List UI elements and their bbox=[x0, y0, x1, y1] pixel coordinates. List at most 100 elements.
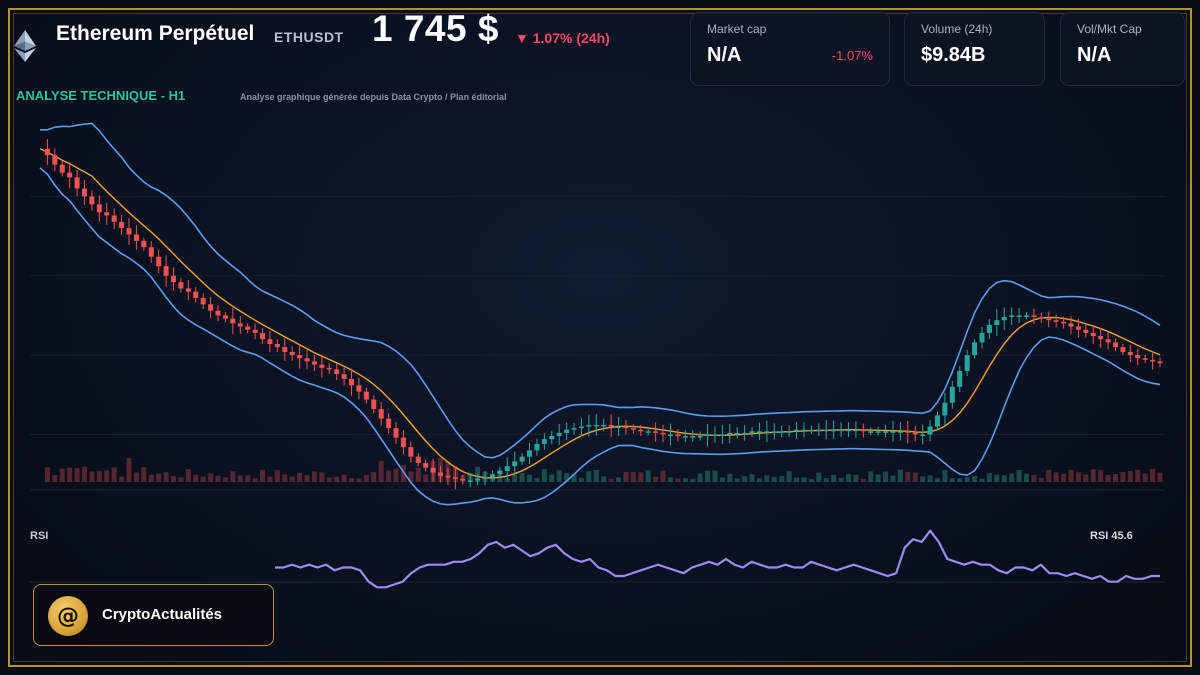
candle-body bbox=[868, 431, 874, 433]
candle-body bbox=[586, 424, 592, 427]
volume-bar bbox=[349, 478, 355, 482]
volume-bar bbox=[111, 467, 117, 482]
volume-bar bbox=[920, 476, 926, 482]
volume-bar bbox=[779, 476, 785, 482]
volume-bar bbox=[230, 471, 236, 482]
volume-bar bbox=[185, 469, 191, 482]
volume-bar bbox=[912, 472, 918, 482]
volume-bar bbox=[734, 478, 740, 482]
volume-bar bbox=[208, 473, 214, 482]
candle-body bbox=[942, 402, 948, 416]
candle-body bbox=[972, 342, 978, 356]
candle-body bbox=[623, 426, 629, 429]
candle-body bbox=[734, 432, 740, 435]
volume-bar bbox=[1098, 470, 1104, 482]
volume-bar bbox=[616, 477, 622, 482]
candle-body bbox=[267, 339, 273, 344]
volume-bar bbox=[586, 471, 592, 482]
volume-bar bbox=[304, 474, 310, 482]
volume-bar bbox=[675, 478, 681, 482]
volume-bar bbox=[67, 467, 73, 482]
volume-bar bbox=[719, 477, 725, 482]
candle-body bbox=[475, 478, 481, 481]
volume-bar bbox=[942, 470, 948, 482]
volume-bar bbox=[311, 471, 317, 482]
candle-body bbox=[712, 434, 718, 436]
volume-bar bbox=[156, 473, 162, 482]
volume-bar bbox=[423, 474, 429, 482]
candle-body bbox=[1053, 320, 1059, 322]
volume-bar bbox=[578, 477, 584, 482]
candle-body bbox=[1120, 347, 1126, 352]
candle-body bbox=[289, 351, 295, 356]
volume-bar bbox=[630, 472, 636, 482]
candle-body bbox=[67, 172, 73, 178]
volume-bar bbox=[608, 478, 614, 482]
candle-body bbox=[801, 429, 807, 432]
volume-bar bbox=[1083, 474, 1089, 482]
volume-bar bbox=[690, 478, 696, 482]
candle-body bbox=[1142, 358, 1148, 360]
candle-body bbox=[311, 361, 317, 365]
volume-bar bbox=[527, 474, 533, 482]
candle-body bbox=[445, 475, 451, 478]
candle-body bbox=[1135, 355, 1141, 359]
candle-body bbox=[616, 426, 622, 429]
volume-bar bbox=[972, 475, 978, 482]
volume-bar bbox=[875, 474, 881, 482]
volume-bar bbox=[1135, 469, 1141, 482]
candle-body bbox=[408, 447, 414, 457]
candle-body bbox=[556, 432, 562, 437]
volume-bar bbox=[363, 474, 369, 482]
candle-body bbox=[326, 367, 332, 370]
volume-bar bbox=[378, 461, 384, 482]
candle-body bbox=[504, 466, 510, 471]
volume-bar bbox=[949, 478, 955, 482]
brand-logo-icon: @ bbox=[48, 596, 88, 636]
candle-body bbox=[193, 291, 199, 298]
volume-bar bbox=[96, 471, 102, 482]
candle-body bbox=[363, 391, 369, 400]
volume-bar bbox=[215, 475, 221, 482]
volume-bar bbox=[171, 476, 177, 482]
candle-body bbox=[653, 431, 659, 433]
volume-bar bbox=[289, 476, 295, 482]
candle-body bbox=[96, 204, 102, 213]
volume-bar bbox=[148, 474, 154, 482]
candle-body bbox=[920, 434, 926, 436]
volume-bar bbox=[883, 471, 889, 482]
volume-bar bbox=[727, 474, 733, 482]
volume-bar bbox=[816, 472, 822, 482]
candle-body bbox=[1016, 315, 1022, 317]
volume-bar bbox=[957, 478, 963, 482]
at-sign-icon: @ bbox=[57, 604, 79, 629]
candle-body bbox=[697, 436, 703, 438]
candle-body bbox=[779, 431, 785, 433]
volume-bar bbox=[868, 471, 874, 482]
candle-body bbox=[1038, 317, 1044, 319]
volume-bar bbox=[371, 472, 377, 482]
volume-bar bbox=[934, 478, 940, 482]
candle-body bbox=[386, 418, 392, 429]
candle-body bbox=[111, 215, 117, 222]
candle-body bbox=[400, 437, 406, 448]
volume-bar bbox=[393, 468, 399, 482]
candle-body bbox=[860, 429, 866, 432]
bollinger-upper-line bbox=[40, 122, 1161, 459]
volume-bar bbox=[786, 471, 792, 482]
volume-bar bbox=[178, 477, 184, 482]
candle-body bbox=[786, 431, 792, 433]
candle-body bbox=[222, 315, 228, 319]
candle-body bbox=[675, 434, 681, 437]
candle-body bbox=[564, 429, 570, 433]
candle-body bbox=[89, 196, 95, 205]
candle-body bbox=[727, 432, 733, 435]
candle-body bbox=[371, 399, 377, 410]
candle-body bbox=[1112, 342, 1118, 348]
candle-body bbox=[200, 297, 206, 305]
candle-body bbox=[912, 432, 918, 435]
brand-badge[interactable]: @ CryptoActualités bbox=[33, 584, 274, 646]
volume-bar bbox=[986, 472, 992, 482]
volume-bar bbox=[1075, 472, 1081, 482]
volume-bar bbox=[512, 475, 518, 482]
